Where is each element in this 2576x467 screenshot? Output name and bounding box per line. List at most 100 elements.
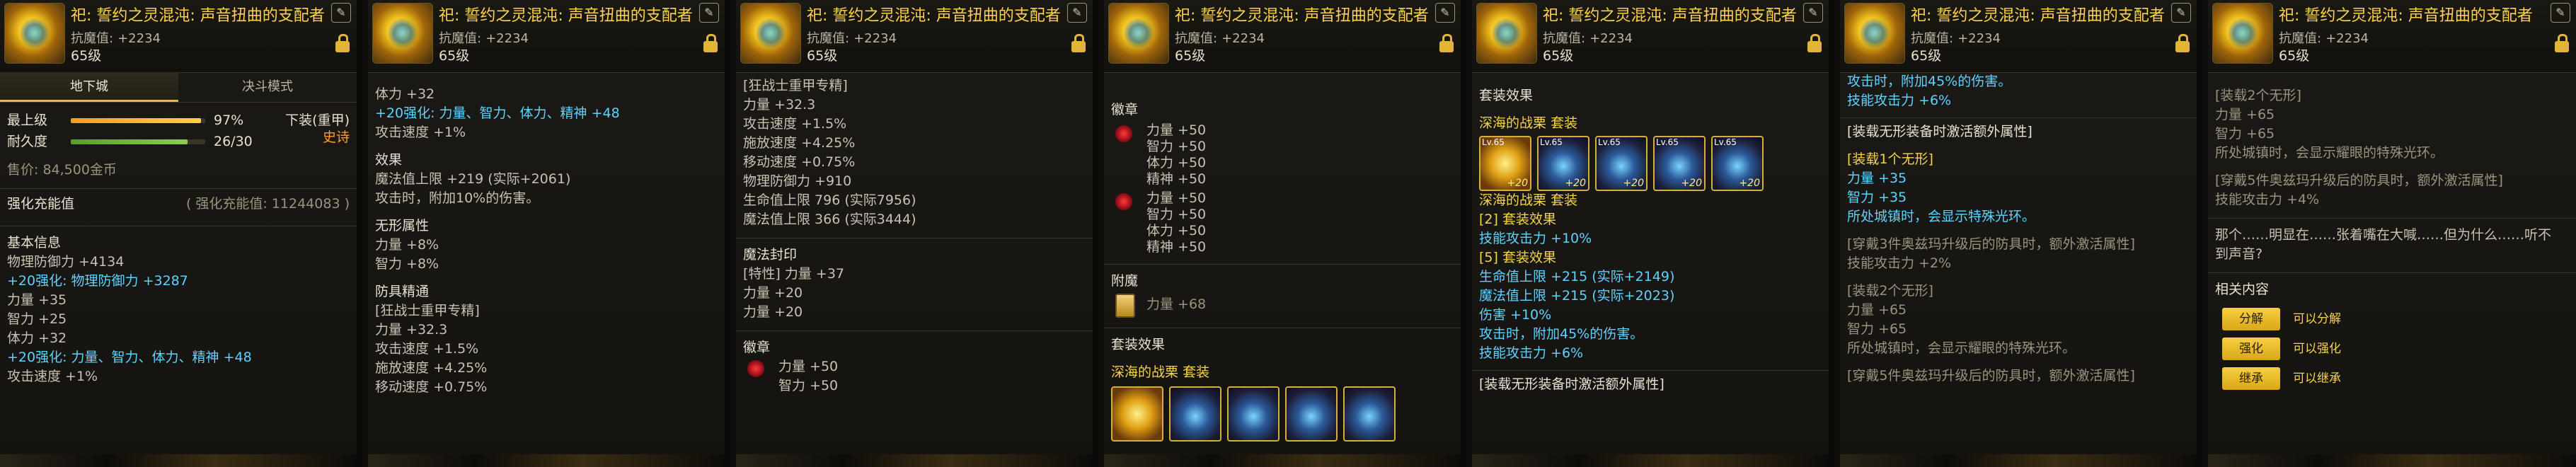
edit-icon[interactable]: ✎ [1067, 3, 1087, 23]
set-tag: 套装 [1551, 115, 1578, 131]
set-item-thumbnail[interactable]: Lv.65 +20 [1653, 136, 1706, 191]
stat-line: 智力 +25 [7, 311, 67, 327]
lock-icon[interactable] [335, 34, 350, 52]
extra-attr-title: [装载无形装备时激活额外属性] [1847, 124, 2032, 139]
stat-line: 体力 +32 [7, 330, 67, 346]
set-item-level: Lv.65 [1540, 137, 1563, 147]
set-item-thumbnail[interactable] [1343, 386, 1396, 442]
item-header-overlay: 祀: 誓约之灵混沌: 声音扭曲的支配者 抗魔值: +2234 65级 ✎ [368, 0, 725, 73]
lock-icon[interactable] [1807, 34, 1822, 52]
set-item-thumbnail[interactable]: Lv.65 +20 [1595, 136, 1648, 191]
tooltip-panel-6: 祀: 誓约之灵混沌: 声音扭曲的支配者 抗魔值: +2234 65级 ✎ 攻击时，… [1840, 0, 2202, 467]
stat-line: 生命值上限 +215 (实际+2149) [1479, 269, 1675, 284]
armor-spec: [狂战士重甲专精] [743, 78, 848, 93]
resist-value: +2234 [1221, 31, 1265, 46]
item-thumbnail [740, 3, 801, 64]
stat-line: 力量 +50 [1146, 122, 1207, 138]
stat-line: 攻击时，附加45%的伤害。 [1847, 74, 2012, 89]
lock-icon[interactable] [2175, 34, 2190, 52]
item-name: 祀: 誓约之灵混沌: 声音扭曲的支配者 [2279, 7, 2533, 25]
resist-line: 抗魔值:+2234 [1911, 28, 2001, 47]
stat-line: 魔法值上限 +219 (实际+2061) [375, 171, 571, 187]
item-level: 65级 [71, 48, 102, 64]
lock-icon[interactable] [2555, 34, 2569, 52]
armor-spec: [狂战士重甲专精] [375, 303, 480, 318]
resist-value: +2234 [1957, 31, 2001, 46]
rarity-label: 史诗 [322, 129, 350, 145]
enchant-title: 附魔 [1111, 273, 1139, 289]
set-item-thumbnail[interactable] [1111, 386, 1163, 442]
amp-label: 强化充能值 [7, 196, 75, 212]
lock-icon[interactable] [703, 34, 718, 52]
set-item-enhance: +20 [1565, 178, 1586, 189]
tooltip-panel-7: 祀: 誓约之灵混沌: 声音扭曲的支配者 抗魔值: +2234 65级 ✎ [装载2… [2208, 0, 2576, 467]
item-name: 祀: 誓约之灵混沌: 声音扭曲的支配者 [439, 7, 693, 25]
stat-line: 智力 +50 [1146, 207, 1207, 222]
stat-line: 力量 +50 [1146, 190, 1207, 206]
set-item-thumbnail[interactable] [1169, 386, 1221, 442]
item-name: 祀: 誓约之灵混沌: 声音扭曲的支配者 [71, 7, 325, 25]
item-thumbnail [1844, 3, 1905, 64]
stat-line: 智力 +35 [1847, 190, 1907, 205]
stat-line: +20强化: 力量、智力、体力、精神 +48 [375, 105, 620, 121]
edit-icon[interactable]: ✎ [1435, 3, 1455, 23]
stat-line: 智力 +50 [778, 378, 839, 393]
set-item-thumbnail[interactable]: Lv.65 +20 [1711, 136, 1764, 191]
form-count-label: [装载2个无形] [1847, 283, 1933, 299]
set-item-thumbnail[interactable] [1227, 386, 1280, 442]
lock-icon[interactable] [1071, 34, 1086, 52]
stat-line: 技能攻击力 +6% [1847, 93, 1952, 108]
stat-line: [特性] 力量 +37 [743, 266, 845, 282]
stat-line: 智力 +50 [1146, 139, 1207, 154]
item-thumbnail [2212, 3, 2273, 64]
resist-line: 抗魔值:+2234 [1175, 28, 1265, 47]
stat-line: 精神 +50 [1146, 239, 1207, 255]
set-item-level: Lv.65 [1714, 137, 1737, 147]
disassemble-button[interactable]: 分解 [2222, 307, 2280, 330]
badge-title: 徽章 [1111, 102, 1139, 117]
stat-line: 力量 +35 [7, 292, 67, 308]
durability-label: 耐久度 [7, 134, 48, 149]
lock-icon[interactable] [1439, 34, 1454, 52]
item-level: 65级 [1543, 48, 1574, 64]
edit-icon[interactable]: ✎ [2551, 3, 2570, 23]
item-header: 祀: 誓约之灵混沌: 声音扭曲的支配者 抗魔值:+2234 65级 ✎ [1104, 0, 1461, 73]
stat-line: 攻击时，附加10%的伤害。 [375, 190, 540, 206]
basic-info-title: 基本信息 [7, 235, 62, 250]
wear-bonus-label: [穿戴5件奥兹玛升级后的防具时，额外激活属性] [1847, 368, 2135, 384]
stat-line: 所处城镇时，会显示耀眼的特殊光环。 [1847, 340, 2076, 356]
form-count-label: [装载1个无形] [1847, 151, 1933, 167]
edit-icon[interactable]: ✎ [2171, 3, 2191, 23]
stat-line: 生命值上限 796 (实际7956) [743, 192, 916, 208]
stat-line: 体力 +32 [375, 86, 435, 102]
stat-line: 所处城镇时，会显示耀眼的特殊光环。 [2215, 145, 2444, 161]
item-level: 65级 [1911, 48, 1942, 64]
set-bonus-label: [2] 套装效果 [1479, 212, 1556, 227]
reinforce-button[interactable]: 强化 [2222, 337, 2280, 360]
set-effect-title: 套装效果 [1111, 337, 1166, 352]
set-item-level: Lv.65 [1656, 137, 1679, 147]
inherit-button[interactable]: 继承 [2222, 367, 2280, 390]
stat-line: 技能攻击力 +4% [2215, 192, 2320, 207]
resist-label: 抗魔值: [71, 31, 114, 46]
related-row: 强化 可以强化 [2222, 333, 2569, 363]
stat-line: 智力 +8% [375, 256, 439, 272]
stat-line: 移动速度 +0.75% [743, 154, 856, 170]
tooltip-panel-4: 祀: 誓约之灵混沌: 声音扭曲的支配者 抗魔值: +2234 65级 ✎ 徽章 力… [1104, 0, 1466, 467]
stat-line: 伤害 +10% [1479, 307, 1552, 323]
item-header: 祀: 誓约之灵混沌: 声音扭曲的支配者 抗魔值:+2234 65级 ✎ [2208, 0, 2576, 73]
set-name-line: 深海的战栗 套装 [1111, 363, 1454, 382]
item-name: 祀: 誓约之灵混沌: 声音扭曲的支配者 [1175, 7, 1429, 25]
set-item-thumbnail[interactable]: Lv.65 +20 [1479, 136, 1531, 191]
set-item-thumbnail[interactable] [1285, 386, 1338, 442]
edit-icon[interactable]: ✎ [699, 3, 719, 23]
max-grade-label: 最上级 [7, 113, 48, 128]
stat-line: 精神 +50 [1146, 171, 1207, 187]
item-header: 祀: 誓约之灵混沌: 声音扭曲的支配者 抗魔值:+2234 65级 ✎ [1472, 0, 1829, 73]
edit-icon[interactable]: ✎ [331, 3, 351, 23]
tab-duel[interactable]: 决斗模式 [178, 72, 357, 102]
set-item-thumbnail[interactable]: Lv.65 +20 [1537, 136, 1589, 191]
edit-icon[interactable]: ✎ [1803, 3, 1823, 23]
tab-dungeon[interactable]: 地下城 [0, 72, 178, 102]
resist-value: +2234 [485, 31, 529, 46]
